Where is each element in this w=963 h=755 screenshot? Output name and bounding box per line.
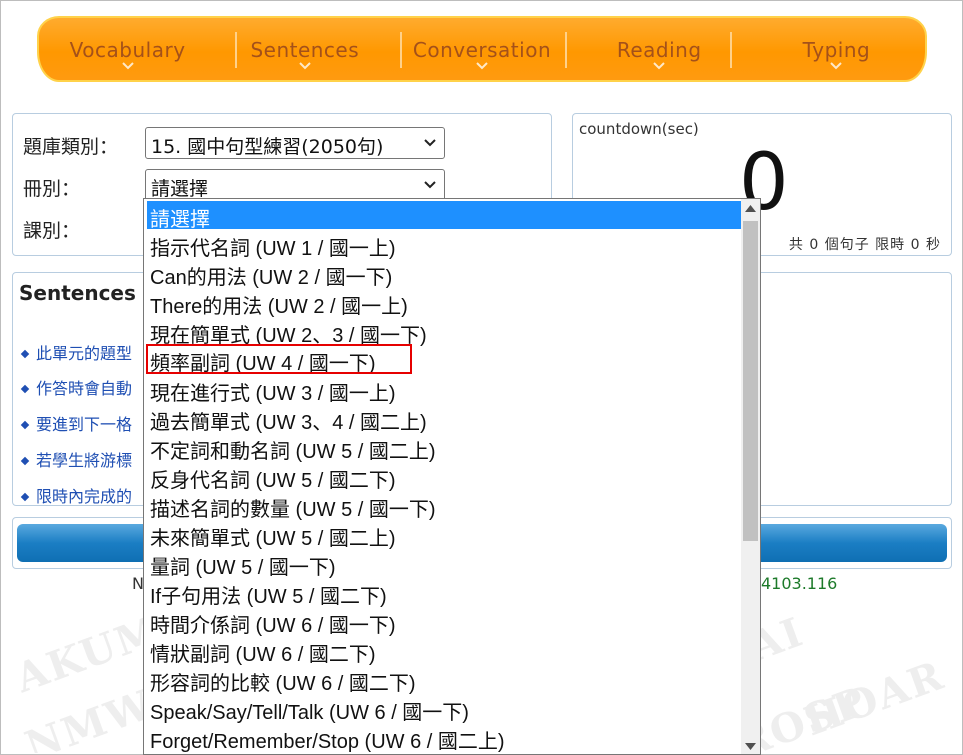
info-bullet: 限時內完成的 [19, 483, 132, 507]
info-bullet: 若學生將游標 [19, 447, 132, 471]
category-select[interactable]: 15. 國中句型練習(2050句) [145, 127, 445, 159]
chevron-down-icon [476, 62, 488, 70]
nav-label: Reading [616, 38, 702, 62]
dropdown-option[interactable]: 現在簡單式 (UW 2、3 / 國一下) [147, 317, 741, 347]
nav-label: Conversation [412, 38, 552, 62]
dropdown-option[interactable]: 現在進行式 (UW 3 / 國一上) [147, 375, 741, 405]
chevron-down-icon [424, 139, 436, 147]
dropdown-option[interactable]: 未來簡單式 (UW 5 / 國二上) [147, 520, 741, 550]
chevron-down-icon [653, 62, 665, 70]
nav-divider [235, 32, 237, 68]
nav-vocabulary[interactable]: Vocabulary [39, 18, 216, 80]
diamond-bullet-icon [20, 492, 30, 502]
dropdown-option[interactable]: Forget/Remember/Stop (UW 6 / 國二上) [147, 723, 741, 753]
dropdown-option[interactable]: 不定詞和動名詞 (UW 5 / 國二上) [147, 433, 741, 463]
countdown-label: countdown(sec) [579, 120, 699, 138]
scroll-up-arrow-icon[interactable] [745, 205, 756, 212]
scrollbar-thumb[interactable] [743, 221, 758, 541]
volume-select-value: 請選擇 [151, 178, 209, 200]
dropdown-option[interactable]: 反身代名詞 (UW 5 / 國二下) [147, 462, 741, 492]
info-bullet: 作答時會自動 [19, 375, 132, 399]
volume-dropdown-list[interactable]: 請選擇 指示代名詞 (UW 1 / 國一上) Can的用法 (UW 2 / 國一… [143, 198, 761, 755]
dropdown-option[interactable]: 指示代名詞 (UW 1 / 國一上) [147, 230, 741, 260]
nav-reading[interactable]: Reading [571, 18, 748, 80]
countdown-info: 共 0 個句子 限時 0 秒 [788, 237, 941, 253]
nav-sentences[interactable]: Sentences [216, 18, 393, 80]
lesson-label: 課別： [23, 220, 81, 242]
nav-divider [730, 32, 732, 68]
dropdown-scrollbar[interactable] [741, 199, 760, 754]
volume-select[interactable]: 請選擇 [145, 169, 445, 201]
info-bullet: 要進到下一格 [19, 411, 132, 435]
diamond-bullet-icon [20, 349, 30, 359]
main-nav: Vocabulary Sentences Conversation Readin… [37, 16, 927, 82]
dropdown-option[interactable]: There的用法 (UW 2 / 國一上) [147, 288, 741, 318]
nav-conversation[interactable]: Conversation [393, 18, 570, 80]
dropdown-option[interactable]: 請選擇 [147, 201, 741, 231]
info-bullet: 此單元的題型 [19, 340, 132, 364]
footer-number: 4103.116 [761, 574, 838, 593]
chevron-down-icon [121, 62, 134, 70]
dropdown-option[interactable]: 形容詞的比較 (UW 6 / 國二下) [147, 665, 741, 695]
dropdown-option[interactable]: Speak/Say/Tell/Talk (UW 6 / 國一下) [147, 694, 741, 724]
chevron-down-icon [830, 62, 843, 70]
category-select-value: 15. 國中句型練習(2050句) [151, 136, 384, 158]
volume-label: 冊別： [23, 178, 81, 200]
dropdown-option[interactable]: 量詞 (UW 5 / 國一下) [147, 549, 741, 579]
chevron-down-icon [299, 62, 311, 70]
diamond-bullet-icon [20, 384, 30, 394]
diamond-bullet-icon [20, 420, 30, 430]
nav-label: Typing [802, 38, 871, 62]
chevron-down-icon [424, 181, 436, 189]
dropdown-option[interactable]: If子句用法 (UW 5 / 國二下) [147, 578, 741, 608]
diamond-bullet-icon [20, 456, 30, 466]
dropdown-option[interactable]: 描述名詞的數量 (UW 5 / 國一下) [147, 491, 741, 521]
category-label: 題庫類別： [23, 136, 119, 158]
nav-label: Sentences [250, 38, 360, 62]
dropdown-option[interactable]: 時間介係詞 (UW 6 / 國一下) [147, 607, 741, 637]
nav-divider [565, 32, 567, 68]
dropdown-option[interactable]: Can的用法 (UW 2 / 國一下) [147, 259, 741, 289]
sentences-title: Sentences f [19, 281, 152, 305]
dropdown-option[interactable]: 情狀副詞 (UW 6 / 國二下) [147, 636, 741, 666]
dropdown-option[interactable]: 過去簡單式 (UW 3、4 / 國二上) [147, 404, 741, 434]
dropdown-option-highlighted[interactable]: 頻率副詞 (UW 4 / 國一下) [146, 344, 412, 375]
scroll-down-arrow-icon[interactable] [745, 743, 756, 750]
nav-divider [400, 32, 402, 68]
nav-label: Vocabulary [69, 38, 186, 62]
nav-typing[interactable]: Typing [748, 18, 925, 80]
